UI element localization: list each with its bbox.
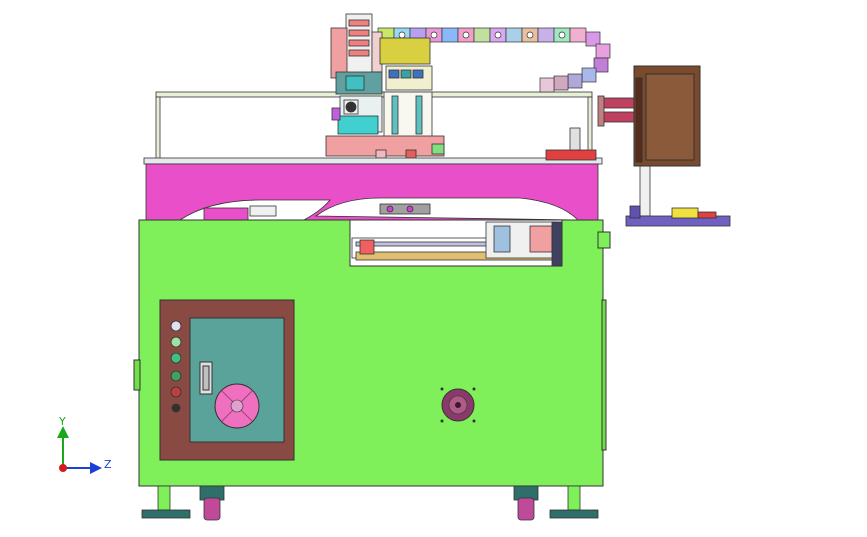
indicator-light <box>171 403 181 413</box>
start-button[interactable] <box>170 352 182 364</box>
y-axis-label: Y <box>58 415 66 428</box>
power-button[interactable] <box>170 336 182 348</box>
emergency-stop-button[interactable] <box>170 320 182 332</box>
fan-icon <box>214 383 260 429</box>
axis-triad: Y Z <box>57 415 112 474</box>
machine-drawing: Y Z <box>57 13 731 521</box>
monitor <box>633 65 701 167</box>
z-axis-label: Z <box>104 458 112 471</box>
reset-button[interactable] <box>170 386 182 398</box>
stop-button[interactable] <box>170 370 182 382</box>
cad-viewport[interactable]: Y Z <box>0 0 867 533</box>
print-head-assembly <box>325 13 445 173</box>
door-fan <box>214 383 260 429</box>
caster-wheels <box>199 485 539 521</box>
